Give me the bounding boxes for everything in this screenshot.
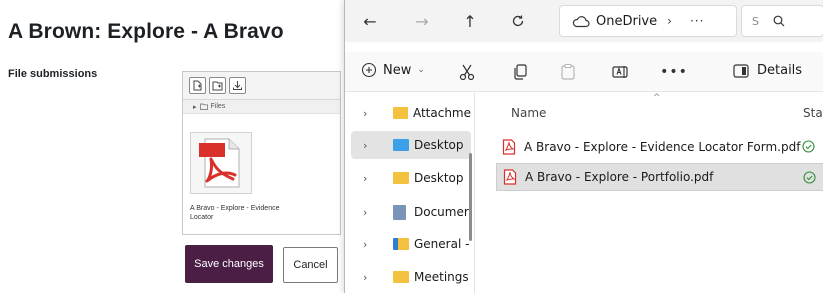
copy-button[interactable]	[509, 61, 531, 83]
address-location[interactable]: OneDrive	[596, 14, 657, 29]
file-submissions-label: File submissions	[8, 68, 98, 80]
command-bar: New ⌄ ••• Details	[345, 52, 823, 92]
more-options-icon[interactable]: •••	[660, 61, 687, 83]
chevron-right-icon[interactable]: ›	[667, 14, 672, 28]
back-arrow-icon[interactable]: ←	[359, 10, 381, 32]
synced-check-icon	[803, 171, 816, 184]
file-row[interactable]: A Bravo - Explore - Evidence Locator For…	[496, 133, 823, 161]
synced-check-icon	[802, 140, 815, 153]
save-changes-button[interactable]: Save changes	[185, 245, 273, 283]
nav-item-label: Desktop	[414, 138, 464, 152]
expand-arrow-icon[interactable]: ›	[363, 139, 377, 152]
cancel-button[interactable]: Cancel	[283, 247, 338, 283]
nav-item-label: Documer	[414, 205, 469, 219]
folder-icon	[199, 103, 208, 110]
desktop-folder-icon	[393, 139, 409, 151]
details-label: Details	[757, 63, 803, 78]
folder-icon	[393, 172, 409, 184]
paste-button[interactable]	[557, 61, 579, 83]
add-file-button[interactable]	[189, 77, 206, 94]
new-label: New	[383, 62, 412, 78]
cloud-icon	[572, 15, 590, 27]
path-label: Files	[210, 103, 226, 110]
nav-item-general[interactable]: › General -	[351, 230, 471, 258]
plus-circle-icon	[361, 62, 377, 78]
create-folder-icon	[212, 81, 223, 91]
nav-item-label: Meetings	[414, 270, 469, 284]
expand-arrow-icon[interactable]: ›	[363, 238, 377, 251]
pdf-icon	[503, 169, 517, 185]
file-list: ^ Name Stat A Bravo - Explore - Evidence…	[476, 93, 823, 293]
rename-icon	[612, 66, 628, 78]
caret-right-icon: ▸	[193, 103, 197, 111]
nav-item-attachments[interactable]: › Attachme	[351, 99, 471, 127]
scissors-icon	[459, 64, 475, 81]
nav-item-meetings[interactable]: › Meetings	[351, 263, 471, 291]
file-manager-breadcrumb[interactable]: ▸ Files	[183, 100, 340, 114]
file-row-selected[interactable]: A Bravo - Explore - Portfolio.pdf	[496, 163, 823, 191]
expand-arrow-icon[interactable]: ›	[363, 271, 377, 284]
cut-button[interactable]	[456, 61, 478, 83]
paste-icon	[561, 63, 575, 80]
refresh-glyph	[512, 15, 524, 27]
file-manager: ▸ Files A Bravo - Explore - Evidence Loc…	[182, 71, 341, 235]
expand-arrow-icon[interactable]: ›	[363, 206, 377, 219]
expand-arrow-icon[interactable]: ›	[363, 107, 377, 120]
refresh-icon[interactable]	[507, 10, 529, 32]
file-explorer-window: ← → ↑ OneDrive › ··· S New ⌄ ••• Details…	[344, 0, 823, 293]
documents-icon	[393, 204, 406, 220]
details-pane-icon	[733, 63, 749, 78]
up-arrow-icon[interactable]: ↑	[459, 10, 481, 32]
details-button[interactable]: Details	[733, 63, 802, 78]
column-name[interactable]: Name	[511, 106, 546, 120]
file-manager-toolbar	[183, 72, 340, 100]
nav-item-label: General -	[414, 237, 470, 251]
add-file-icon	[193, 80, 202, 91]
shared-folder-icon	[393, 238, 409, 250]
address-bar-row: ← → ↑ OneDrive › ··· S	[345, 0, 823, 42]
file-thumbnail	[190, 132, 252, 194]
nav-item-documents[interactable]: › Documer	[351, 198, 471, 226]
navigation-pane: › Attachme › Desktop › Desktop › Documer…	[345, 93, 475, 293]
folder-icon	[392, 107, 408, 119]
nav-item-desktop[interactable]: › Desktop	[351, 164, 471, 192]
nav-scrollbar[interactable]	[469, 153, 472, 241]
file-name: A Bravo - Explore - Portfolio.pdf	[525, 170, 714, 184]
pdf-file-icon	[199, 138, 240, 188]
new-button[interactable]: New ⌄	[361, 62, 425, 78]
forward-arrow-icon[interactable]: →	[411, 10, 433, 32]
search-placeholder: S	[752, 14, 759, 28]
chevron-down-icon: ⌄	[417, 65, 425, 75]
file-tile[interactable]: A Bravo - Explore - Evidence Locator	[190, 132, 318, 222]
copy-icon	[514, 64, 527, 80]
download-button[interactable]	[229, 77, 246, 94]
address-more-icon[interactable]: ···	[690, 14, 704, 28]
nav-item-label: Desktop	[414, 171, 464, 185]
column-header-row: ^ Name Stat	[476, 93, 823, 125]
sort-caret-icon: ^	[653, 93, 661, 103]
file-name: A Bravo - Explore - Evidence Locator	[190, 205, 280, 221]
file-name: A Bravo - Explore - Evidence Locator For…	[524, 140, 801, 154]
search-box[interactable]: S	[741, 5, 823, 37]
address-box[interactable]: OneDrive › ···	[559, 5, 737, 37]
expand-arrow-icon[interactable]: ›	[363, 172, 377, 185]
pdf-icon	[502, 139, 516, 155]
search-icon	[773, 15, 785, 27]
nav-item-desktop-onedrive[interactable]: › Desktop	[351, 131, 471, 159]
nav-item-label: Attachme	[412, 106, 471, 120]
download-icon	[233, 81, 242, 90]
rename-button[interactable]	[609, 61, 631, 83]
folder-icon	[393, 271, 409, 283]
column-status[interactable]: Stat	[803, 106, 823, 120]
create-folder-button[interactable]	[209, 77, 226, 94]
page-title: A Brown: Explore - A Bravo	[8, 20, 284, 43]
